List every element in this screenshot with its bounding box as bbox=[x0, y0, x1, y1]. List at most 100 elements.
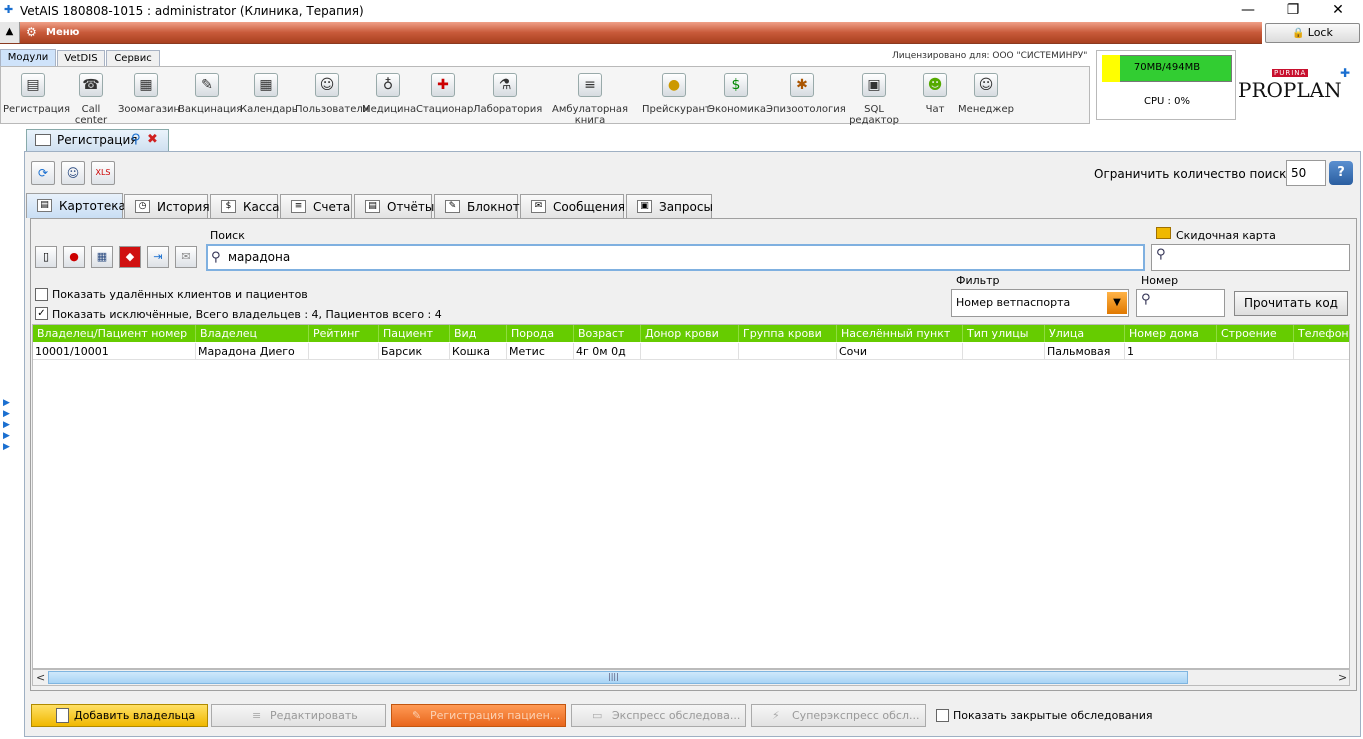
tab-service[interactable]: Сервис bbox=[106, 50, 160, 66]
column-header[interactable]: Пациент bbox=[379, 325, 450, 342]
coins-icon: ● bbox=[662, 73, 686, 97]
pin-icon[interactable]: ⚲ bbox=[131, 130, 141, 150]
module-outpatient-book[interactable]: ≡ Амбулаторная книга bbox=[540, 72, 640, 126]
scroll-right-icon[interactable]: > bbox=[1338, 671, 1347, 684]
column-header[interactable]: Порода bbox=[507, 325, 574, 342]
add-owner-button[interactable]: Добавить владельца bbox=[31, 704, 208, 727]
refresh-icon: ⟳ bbox=[37, 166, 49, 180]
tab-vetdis[interactable]: VetDIS bbox=[57, 50, 105, 66]
blood-button[interactable]: ● bbox=[63, 246, 85, 268]
column-header[interactable]: Номер дома bbox=[1125, 325, 1217, 342]
transfer-button[interactable]: ⇥ bbox=[147, 246, 169, 268]
discount-card-input[interactable]: ⚲ bbox=[1151, 244, 1350, 271]
register-patient-button[interactable]: ✎ Регистрация пациен... bbox=[391, 704, 566, 727]
xls-export-button[interactable]: XLS bbox=[91, 161, 115, 185]
register-patient-label: Регистрация пациен... bbox=[430, 709, 561, 722]
table-cell[interactable] bbox=[309, 343, 379, 360]
menu-label[interactable]: Меню bbox=[46, 27, 79, 38]
column-header[interactable]: Донор крови bbox=[641, 325, 739, 342]
tab-history[interactable]: ◷ История bbox=[124, 194, 210, 218]
user-export-button[interactable]: ☺ bbox=[61, 161, 85, 185]
column-header[interactable]: Улица bbox=[1045, 325, 1125, 342]
table-cell[interactable]: Метис bbox=[507, 343, 574, 360]
search-input[interactable]: ⚲ марадона bbox=[206, 244, 1145, 271]
read-code-button[interactable]: Прочитать код bbox=[1234, 291, 1348, 316]
show-deleted-checkbox[interactable] bbox=[35, 288, 48, 301]
number-input[interactable]: ⚲ bbox=[1136, 289, 1225, 317]
superexpress-exam-button[interactable]: ⚡ Суперэкспресс обсл... bbox=[751, 704, 926, 727]
module-epizootology[interactable]: ✱ Эпизоотология bbox=[766, 72, 846, 120]
table-cell[interactable] bbox=[963, 343, 1045, 360]
table-cell[interactable]: Марадона Диего bbox=[196, 343, 309, 360]
module-registration[interactable]: ▤ Регистрация bbox=[3, 72, 70, 120]
module-manager[interactable]: ☺ Менеджер bbox=[958, 72, 1014, 120]
column-header[interactable]: Строение bbox=[1217, 325, 1294, 342]
side-panel-expand-icon[interactable]: ▶ ▶ ▶ ▶ ▶ bbox=[3, 398, 10, 453]
table-cell[interactable]: Кошка bbox=[450, 343, 507, 360]
calculator-button[interactable]: ▦ bbox=[91, 246, 113, 268]
table-cell[interactable]: 4г 0м 0д bbox=[574, 343, 641, 360]
maximize-button[interactable]: ❐ bbox=[1270, 0, 1316, 22]
column-header[interactable]: Вид bbox=[450, 325, 507, 342]
tab-card-index[interactable]: ▤ Картотека bbox=[26, 193, 126, 218]
column-header[interactable]: Рейтинг bbox=[309, 325, 379, 342]
edit-button[interactable]: ≡ Редактировать bbox=[211, 704, 386, 727]
module-pet-shop[interactable]: ▦ Зоомагазин bbox=[118, 72, 180, 120]
tab-cash[interactable]: $ Касса bbox=[210, 194, 279, 218]
module-medicine[interactable]: ♁ Медицина bbox=[362, 72, 416, 120]
table-cell[interactable]: Пальмовая bbox=[1045, 343, 1125, 360]
stethoscope-icon: ♁ bbox=[376, 73, 400, 97]
refresh-button[interactable]: ⟳ bbox=[31, 161, 55, 185]
tab-invoices[interactable]: ≡ Счета bbox=[280, 194, 352, 218]
close-button[interactable]: ✕ bbox=[1315, 0, 1361, 22]
tab-requests[interactable]: ▣ Запросы bbox=[626, 194, 713, 218]
email-button[interactable]: ✉ bbox=[175, 246, 197, 268]
module-price-list[interactable]: ● Прейскурант bbox=[642, 72, 711, 120]
close-tab-icon[interactable]: ✖ bbox=[147, 130, 158, 150]
table-cell[interactable]: 1 bbox=[1125, 343, 1217, 360]
table-cell[interactable] bbox=[1294, 343, 1349, 360]
column-header[interactable]: Телефон bbox=[1294, 325, 1349, 342]
column-header[interactable]: Населённый пункт bbox=[837, 325, 963, 342]
module-economics[interactable]: $ Экономика bbox=[708, 72, 766, 120]
module-users[interactable]: ☺ Пользователи bbox=[295, 72, 369, 120]
column-header[interactable]: Группа крови bbox=[739, 325, 837, 342]
table-cell[interactable] bbox=[1217, 343, 1294, 360]
module-vaccination[interactable]: ✎ Вакцинация bbox=[178, 72, 242, 120]
tab-registration[interactable]: Регистрация ⚲ ✖ bbox=[26, 129, 169, 151]
tab-notebook[interactable]: ✎ Блокнот bbox=[434, 194, 520, 218]
column-header[interactable]: Владелец bbox=[196, 325, 309, 342]
column-header[interactable]: Возраст bbox=[574, 325, 641, 342]
lock-button[interactable]: 🔒 Lock bbox=[1265, 23, 1360, 43]
new-document-button[interactable]: ▯ bbox=[35, 246, 57, 268]
tab-messages[interactable]: ✉ Сообщения bbox=[520, 194, 625, 218]
owners-table[interactable]: Владелец/Пациент номер Владелец Рейтинг … bbox=[32, 324, 1350, 669]
module-hospital[interactable]: ✚ Стационар bbox=[416, 72, 473, 120]
minimize-button[interactable]: — bbox=[1225, 0, 1271, 22]
column-header[interactable]: Владелец/Пациент номер bbox=[33, 325, 196, 342]
chevron-down-icon[interactable]: ▼ bbox=[1107, 292, 1127, 314]
column-header[interactable]: Тип улицы bbox=[963, 325, 1045, 342]
tab-modules[interactable]: Модули bbox=[0, 49, 56, 66]
search-limit-input[interactable]: 50 bbox=[1286, 160, 1326, 186]
module-calendar[interactable]: ▦ Календарь bbox=[240, 72, 298, 120]
express-exam-button[interactable]: ▭ Экспресс обследова... bbox=[571, 704, 746, 727]
show-closed-checkbox[interactable] bbox=[936, 709, 949, 722]
table-cell[interactable]: Сочи bbox=[837, 343, 963, 360]
module-call-center[interactable]: ☎ Call center bbox=[66, 72, 116, 126]
scroll-left-icon[interactable]: < bbox=[36, 671, 45, 684]
filter-select[interactable]: Номер ветпаспорта bbox=[951, 289, 1129, 317]
help-button[interactable]: ? bbox=[1329, 161, 1353, 185]
collapse-icon[interactable]: ▲ bbox=[0, 22, 20, 43]
table-cell[interactable]: 10001/10001 bbox=[33, 343, 196, 360]
table-cell[interactable] bbox=[739, 343, 837, 360]
tab-reports[interactable]: ▤ Отчёты bbox=[354, 194, 434, 218]
menu-bar[interactable]: ▲ ⚙ Меню bbox=[0, 22, 1262, 44]
show-excluded-checkbox[interactable]: ✓ bbox=[35, 307, 48, 320]
table-cell[interactable]: Барсик bbox=[379, 343, 450, 360]
tag-button[interactable]: ◆ bbox=[119, 246, 141, 268]
module-laboratory[interactable]: ⚗ Лаборатория bbox=[473, 72, 542, 120]
table-cell[interactable] bbox=[641, 343, 739, 360]
module-sql-editor[interactable]: ▣ SQL редактор bbox=[841, 72, 907, 126]
module-chat[interactable]: ☻ Чат bbox=[918, 72, 952, 120]
